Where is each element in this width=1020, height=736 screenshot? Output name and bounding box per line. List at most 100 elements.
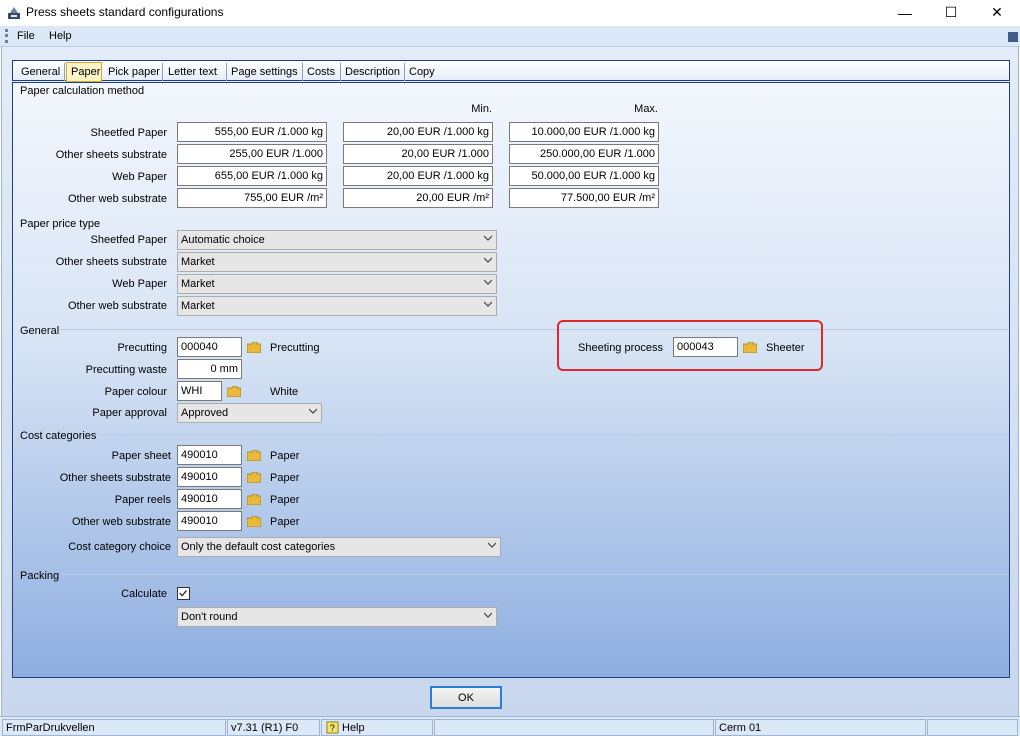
sheeting-process-label: Sheeting process	[578, 342, 663, 354]
paper-approval-value: Approved	[181, 407, 229, 419]
paper-colour-description: White	[270, 386, 299, 398]
price-type-select[interactable]: Market	[177, 274, 497, 294]
title-bar: Press sheets standard configurations — ☐…	[0, 0, 1020, 25]
price-type-select[interactable]: Market	[177, 252, 497, 272]
tab-description[interactable]: Description	[341, 63, 405, 81]
folder-icon[interactable]	[247, 472, 261, 483]
calc-label: Sheetfed Paper	[90, 127, 167, 139]
price-type-value: Market	[181, 278, 215, 290]
precutting-field[interactable]: 000040	[177, 337, 242, 357]
chevron-down-icon	[484, 301, 492, 307]
folder-icon[interactable]	[247, 342, 261, 353]
cost-category-label: Other web substrate	[71, 516, 171, 528]
checkmark-icon	[179, 590, 187, 597]
section-divider	[98, 434, 1008, 435]
folder-icon[interactable]	[227, 386, 241, 397]
menu-file[interactable]: File	[17, 30, 35, 42]
calc-max-field[interactable]: 250.000,00 EUR /1.000	[509, 144, 659, 164]
paper-approval-select[interactable]: Approved	[177, 403, 322, 423]
section-divider	[60, 329, 1008, 330]
cost-category-description: Paper	[270, 472, 300, 484]
calc-value-field[interactable]: 655,00 EUR /1.000 kg	[177, 166, 327, 186]
precutting-description: Precutting	[270, 342, 320, 354]
menu-bar: File Help	[0, 26, 1020, 47]
calc-max-field[interactable]: 50.000,00 EUR /1.000 kg	[509, 166, 659, 186]
calc-value-field[interactable]: 555,00 EUR /1.000 kg	[177, 122, 327, 142]
rounding-select[interactable]: Don't round	[177, 607, 497, 627]
chevron-down-icon	[309, 408, 317, 414]
calc-max-field[interactable]: 10.000,00 EUR /1.000 kg	[509, 122, 659, 142]
maximize-button[interactable]: ☐	[928, 0, 974, 25]
menu-overflow-icon[interactable]	[1008, 32, 1018, 42]
tab-general[interactable]: General	[17, 63, 65, 81]
help-icon: ?	[326, 721, 339, 734]
folder-icon[interactable]	[247, 494, 261, 505]
status-user: Cerm 01	[715, 719, 926, 736]
section-price-type-title: Paper price type	[20, 218, 101, 230]
folder-icon[interactable]	[247, 516, 261, 527]
svg-text:?: ?	[330, 723, 335, 733]
status-form-name: FrmParDrukvellen	[2, 719, 226, 736]
cost-category-description: Paper	[270, 494, 300, 506]
paper-colour-field[interactable]: WHI	[177, 381, 222, 401]
status-bar: FrmParDrukvellen v7.31 (R1) F0 ? Help Ce…	[0, 716, 1020, 736]
status-version: v7.31 (R1) F0	[227, 719, 320, 736]
minimize-button[interactable]: —	[882, 0, 928, 25]
cost-category-choice-value: Only the default cost categories	[181, 541, 336, 553]
status-help[interactable]: ? Help	[321, 719, 433, 736]
section-calc-title: Paper calculation method	[20, 85, 145, 97]
calc-label: Other web substrate	[67, 193, 167, 205]
tab-copy[interactable]: Copy	[405, 63, 441, 81]
price-type-value: Automatic choice	[181, 234, 265, 246]
paper-colour-label: Paper colour	[104, 386, 167, 398]
ok-button[interactable]: OK	[430, 686, 502, 709]
precutting-waste-field[interactable]: 0 mm	[177, 359, 242, 379]
sheeting-process-description: Sheeter	[766, 342, 805, 354]
cost-category-description: Paper	[270, 450, 300, 462]
calc-label: Other sheets substrate	[55, 149, 167, 161]
calc-min-field[interactable]: 20,00 EUR /1.000	[343, 144, 493, 164]
cost-category-field[interactable]: 490010	[177, 511, 242, 531]
section-cost-title: Cost categories	[20, 430, 97, 442]
cost-category-field[interactable]: 490010	[177, 489, 242, 509]
price-type-label: Sheetfed Paper	[90, 234, 167, 246]
price-type-select[interactable]: Market	[177, 296, 497, 316]
precutting-label: Precutting	[117, 342, 167, 354]
folder-icon[interactable]	[743, 342, 757, 353]
app-icon	[8, 7, 20, 19]
min-header: Min.	[471, 103, 492, 115]
price-type-select[interactable]: Automatic choice	[177, 230, 497, 250]
paper-approval-label: Paper approval	[92, 407, 167, 419]
cost-category-label: Paper sheet	[111, 450, 171, 462]
price-type-label: Other web substrate	[67, 300, 167, 312]
tab-strip: General Paper Pick paper Letter text Pag…	[12, 60, 1010, 82]
sheeting-process-field[interactable]: 000043	[673, 337, 738, 357]
status-panel-empty	[927, 719, 1018, 736]
calc-label: Web Paper	[112, 171, 167, 183]
cost-category-label: Paper reels	[114, 494, 171, 506]
max-header: Max.	[634, 103, 658, 115]
calc-max-field[interactable]: 77.500,00 EUR /m²	[509, 188, 659, 208]
close-button[interactable]: ✕	[974, 0, 1020, 25]
section-general-title: General	[20, 325, 60, 337]
cost-category-choice-select[interactable]: Only the default cost categories	[177, 537, 501, 557]
tab-costs[interactable]: Costs	[303, 63, 341, 81]
calc-min-field[interactable]: 20,00 EUR /1.000 kg	[343, 166, 493, 186]
tab-paper[interactable]: Paper	[66, 62, 102, 82]
tab-pick-paper[interactable]: Pick paper	[104, 63, 163, 81]
folder-icon[interactable]	[247, 450, 261, 461]
window-title: Press sheets standard configurations	[26, 5, 224, 19]
tab-letter-text[interactable]: Letter text	[164, 63, 227, 81]
calculate-checkbox[interactable]	[177, 587, 190, 600]
calc-min-field[interactable]: 20,00 EUR /m²	[343, 188, 493, 208]
calc-value-field[interactable]: 255,00 EUR /1.000	[177, 144, 327, 164]
cost-category-field[interactable]: 490010	[177, 467, 242, 487]
calc-value-field[interactable]: 755,00 EUR /m²	[177, 188, 327, 208]
calc-min-field[interactable]: 20,00 EUR /1.000 kg	[343, 122, 493, 142]
menu-help[interactable]: Help	[49, 30, 72, 42]
cost-category-field[interactable]: 490010	[177, 445, 242, 465]
cost-category-label: Other sheets substrate	[59, 472, 171, 484]
tab-page-settings[interactable]: Page settings	[227, 63, 303, 81]
chevron-down-icon	[488, 542, 496, 548]
price-type-label: Web Paper	[112, 278, 167, 290]
